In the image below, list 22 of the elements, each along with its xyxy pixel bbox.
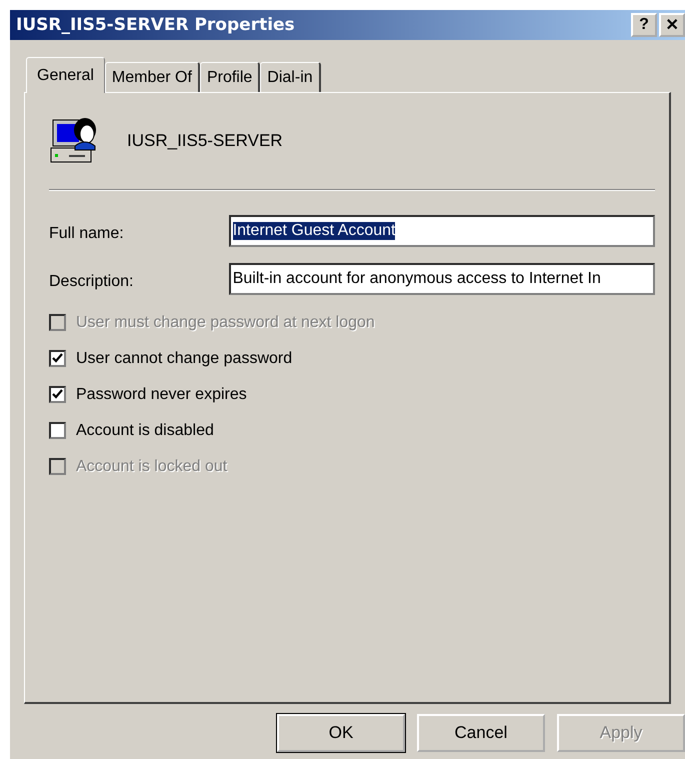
tab[interactable]: General xyxy=(26,57,105,93)
checkbox-label: Account is locked out xyxy=(76,458,228,476)
tab[interactable]: Dial-in xyxy=(260,62,321,92)
checkbox-label: User must change password at next logon xyxy=(76,314,375,332)
dialog-button[interactable]: Cancel xyxy=(417,714,545,752)
checkbox-label: Password never expires xyxy=(76,386,247,404)
checkbox[interactable] xyxy=(49,386,66,403)
tab[interactable]: Profile xyxy=(200,62,260,92)
field-label: Description: xyxy=(49,272,134,291)
field-label: Full name: xyxy=(49,224,125,243)
checkbox[interactable] xyxy=(49,350,66,367)
account-name: IUSR_IIS5-SERVER xyxy=(127,131,283,151)
checkbox[interactable] xyxy=(49,422,66,439)
input-field[interactable]: Internet Guest Account xyxy=(228,215,655,247)
window-title: IUSR_IIS5-SERVER Properties xyxy=(16,15,295,35)
close-button[interactable]: ✕ xyxy=(659,13,685,37)
help-button[interactable]: ? xyxy=(631,13,657,37)
input-field[interactable]: Built-in account for anonymous access to Internet In xyxy=(228,263,655,295)
dialog-button[interactable]: OK xyxy=(277,714,405,752)
tab[interactable]: Member Of xyxy=(104,62,200,92)
checkbox-label: User cannot change password xyxy=(76,350,292,368)
checkbox-label: Account is disabled xyxy=(76,422,214,440)
